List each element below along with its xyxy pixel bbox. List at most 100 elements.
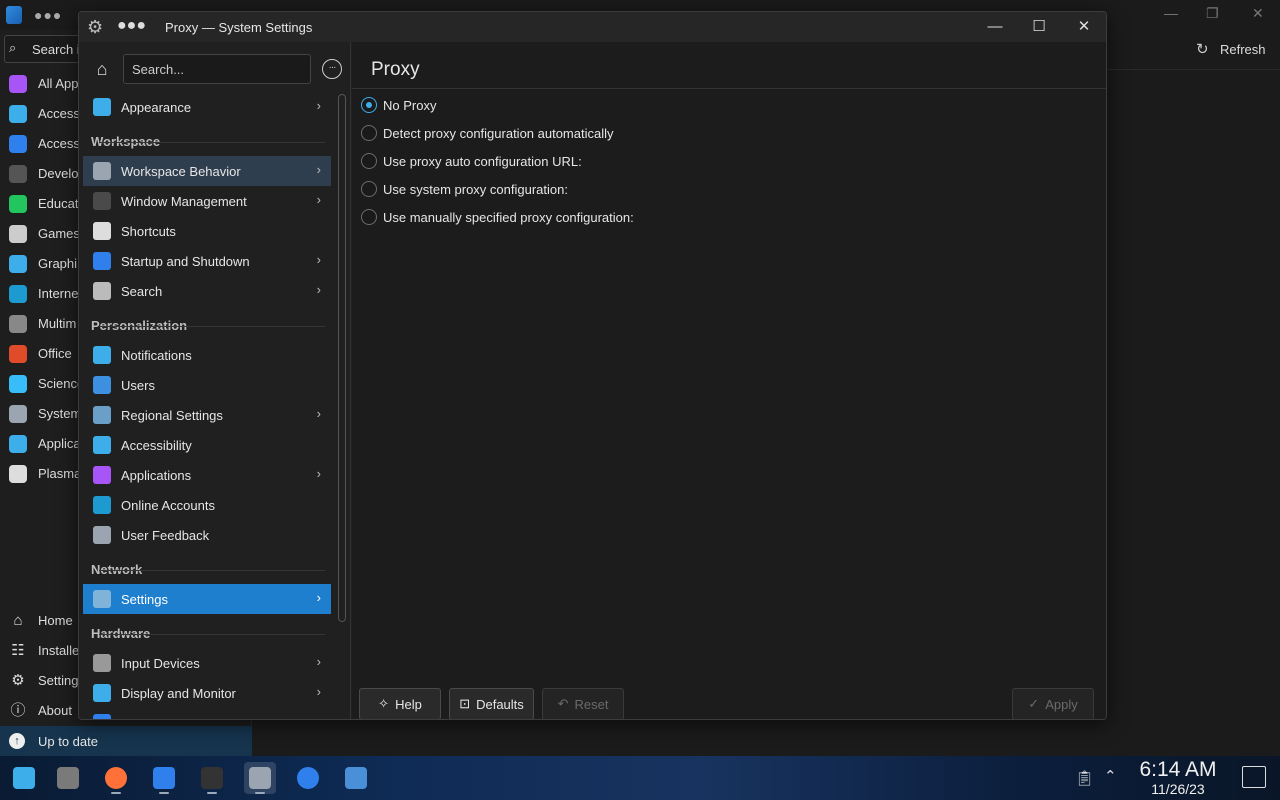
background-nav-label: About — [38, 703, 72, 718]
sidebar-item[interactable]: Shortcuts — [83, 216, 331, 246]
sidebar-item-label: Regional Settings — [121, 408, 223, 423]
help-icon: ✧ — [378, 696, 390, 711]
refresh-icon[interactable]: ↻ — [1196, 40, 1209, 58]
sidebar-item-label: User Feedback — [121, 528, 210, 543]
title-dots-menu[interactable]: ●●● — [117, 17, 146, 35]
proxy-page: Proxy No Proxy Detect proxy configuration… — [352, 42, 1106, 719]
sidebar-item[interactable]: Notifications — [83, 340, 331, 370]
background-category-item[interactable]: Office — [0, 339, 80, 369]
background-search-icon: ⌕ — [9, 40, 17, 55]
proxy-option[interactable]: Use system proxy configuration: — [361, 178, 761, 202]
background-category-item[interactable]: Plasma — [0, 459, 82, 489]
section-divider — [99, 142, 325, 143]
clipboard-icon[interactable]: 📋︎ — [1075, 769, 1094, 787]
show-desktop-icon[interactable] — [1242, 766, 1266, 788]
online-accounts-icon — [93, 496, 111, 514]
help-button[interactable]: ✧ Help — [359, 688, 441, 719]
maximize-icon[interactable]: ☐ — [1026, 16, 1052, 38]
sidebar-item[interactable]: Search › — [83, 276, 331, 306]
sidebar-item[interactable]: Power Management › — [83, 708, 331, 719]
folder-icon — [57, 767, 79, 789]
background-category-item[interactable]: Science — [0, 369, 84, 399]
background-nav-item[interactable]: ⚙ Setting — [0, 666, 80, 696]
chart-icon — [9, 135, 27, 153]
home-icon[interactable]: ⌂ — [91, 58, 113, 80]
sidebar-item[interactable]: Accessibility — [83, 430, 331, 460]
refresh-button[interactable]: Refresh — [1220, 42, 1266, 57]
radio-button[interactable] — [361, 209, 377, 225]
radio-button[interactable] — [361, 181, 377, 197]
clock-time[interactable]: 6:14 AM — [1134, 758, 1222, 782]
sidebar-item[interactable]: Users — [83, 370, 331, 400]
sidebar-item-label: Workspace Behavior — [121, 164, 241, 179]
sidebar-item-label: Shortcuts — [121, 224, 176, 239]
radio-button[interactable] — [361, 97, 377, 113]
chevron-right-icon: › — [316, 252, 321, 267]
radio-button[interactable] — [361, 153, 377, 169]
background-category-item[interactable]: Develo — [0, 159, 80, 189]
chevron-right-icon: › — [316, 98, 321, 113]
sidebar-search-input[interactable] — [123, 54, 311, 84]
taskbar-terminal[interactable] — [196, 762, 228, 794]
background-category-item[interactable]: Interne — [0, 279, 80, 309]
background-category-label: Plasma — [38, 466, 82, 481]
background-category-item[interactable]: Multim — [0, 309, 80, 339]
proxy-option[interactable]: Use proxy auto configuration URL: — [361, 150, 761, 174]
background-category-item[interactable]: Access — [0, 99, 80, 129]
defaults-button[interactable]: ⊡ Defaults — [449, 688, 534, 719]
hamburger-menu-icon[interactable]: ··· — [322, 59, 342, 79]
apply-button[interactable]: ✓ Apply — [1012, 688, 1094, 719]
bulb-icon — [9, 375, 27, 393]
sidebar-scrollbar[interactable] — [338, 94, 346, 622]
background-category-item[interactable]: Access — [0, 129, 80, 159]
clock-date[interactable]: 11/26/23 — [1134, 781, 1222, 797]
taskbar-firefox[interactable] — [100, 762, 132, 794]
taskbar-system-settings[interactable] — [244, 762, 276, 794]
sidebar-item[interactable]: Startup and Shutdown › — [83, 246, 331, 276]
taskbar-chromium[interactable] — [292, 762, 324, 794]
firefox-icon — [105, 767, 127, 789]
taskbar-file-manager[interactable] — [52, 762, 84, 794]
sidebar-item[interactable]: Display and Monitor › — [83, 678, 331, 708]
proxy-option[interactable]: Use manually specified proxy configurati… — [361, 206, 761, 230]
background-nav-item[interactable]: ⓘ About — [0, 696, 80, 726]
sidebar-item[interactable]: Workspace Behavior › — [83, 156, 331, 186]
window-titlebar[interactable]: ⚙ ●●● Proxy — System Settings — ☐ ✕ — [79, 12, 1106, 42]
sidebar-item[interactable]: Applications › — [83, 460, 331, 490]
sidebar-item-label: Applications — [121, 468, 192, 483]
tray-expand-icon[interactable]: ⌃ — [1104, 767, 1117, 785]
background-category-label: Access — [38, 106, 80, 121]
sidebar-item[interactable]: Appearance › — [83, 92, 331, 122]
background-nav-item[interactable]: ☷ Installe — [0, 636, 80, 666]
sidebar-item[interactable]: Regional Settings › — [83, 400, 331, 430]
background-category-item[interactable]: System — [0, 399, 81, 429]
proxy-option[interactable]: No Proxy — [361, 94, 761, 118]
taskbar-store[interactable] — [340, 762, 372, 794]
sidebar-item[interactable]: Window Management › — [83, 186, 331, 216]
taskbar-start-menu[interactable] — [8, 762, 40, 794]
background-category-item[interactable]: Graphi — [0, 249, 80, 279]
background-restore-icon[interactable]: ❐ — [1206, 5, 1219, 22]
proxy-option[interactable]: Detect proxy configuration automatically — [361, 122, 761, 146]
plasma-icon — [9, 465, 27, 483]
proxy-option-label: Use manually specified proxy configurati… — [383, 210, 634, 225]
background-nav-label: Installe — [38, 643, 80, 658]
background-nav-item[interactable]: ⌂ Home — [0, 606, 80, 636]
close-icon[interactable]: ✕ — [1071, 16, 1097, 38]
sidebar-item[interactable]: Input Devices › — [83, 648, 331, 678]
taskbar-discover[interactable] — [148, 762, 180, 794]
code-icon — [9, 165, 27, 183]
sidebar-item[interactable]: User Feedback — [83, 520, 331, 550]
background-minimize-icon[interactable]: — — [1164, 5, 1178, 21]
search-icon — [93, 282, 111, 300]
minimize-icon[interactable]: — — [982, 16, 1008, 38]
background-category-item[interactable]: Games — [0, 219, 80, 249]
sidebar-item[interactable]: Online Accounts — [83, 490, 331, 520]
radio-button[interactable] — [361, 125, 377, 141]
background-category-item[interactable]: Educat — [0, 189, 80, 219]
background-close-icon[interactable]: ✕ — [1252, 5, 1264, 22]
background-category-item[interactable]: Applica — [0, 429, 81, 459]
sidebar-item[interactable]: Settings › — [83, 584, 331, 614]
reset-button[interactable]: ↶ Reset — [542, 688, 624, 719]
background-category-item[interactable]: All App — [0, 69, 80, 99]
